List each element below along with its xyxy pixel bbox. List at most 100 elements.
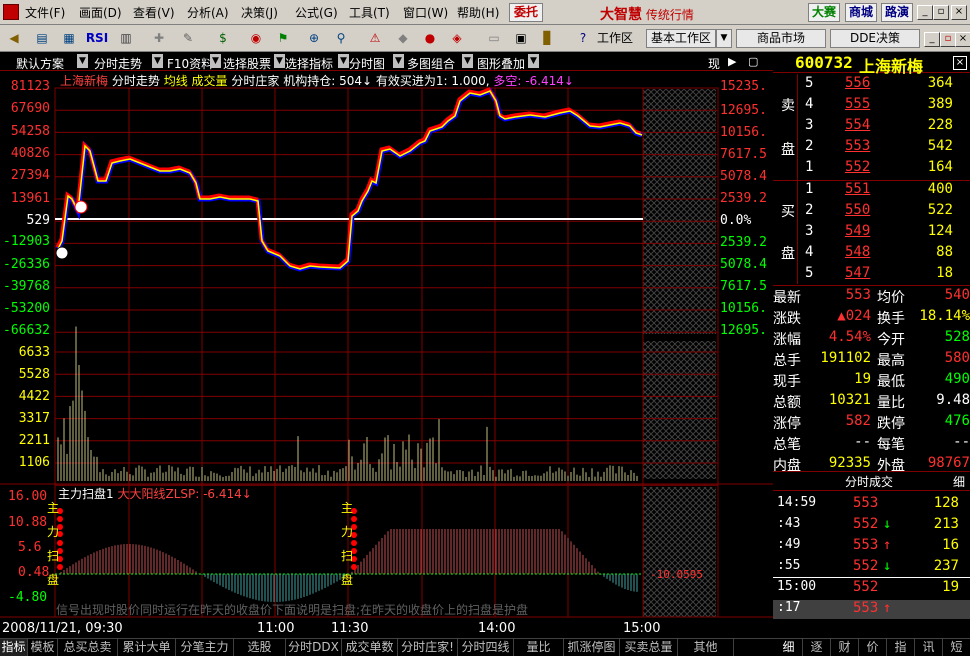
y-tick: -26336 [3, 257, 50, 272]
dde-button[interactable]: DDE决策 [830, 29, 920, 48]
book-icon[interactable]: ▊ [537, 28, 559, 49]
menu-view[interactable]: 查看(V) [133, 4, 175, 21]
overlay-tab[interactable]: 图形叠加 [477, 55, 525, 72]
stock-header: 600732 上海新梅 × [773, 53, 970, 76]
child-restore-icon[interactable]: ▫ [940, 32, 956, 47]
select-indicator-tab[interactable]: 选择指标 [285, 55, 333, 72]
market-button[interactable]: 商品市场 [736, 29, 826, 48]
right-tab[interactable]: 讯 [915, 639, 943, 656]
bottom-tab[interactable]: 成交单数 [342, 639, 398, 656]
dollar-icon[interactable]: $ [212, 28, 234, 49]
future-area [643, 341, 716, 479]
restore-icon[interactable]: ▫ [933, 5, 949, 20]
right-tab[interactable]: 逐 [803, 639, 831, 656]
back-icon[interactable]: ◀ [3, 28, 25, 49]
basic-workspace-select[interactable]: 基本工作区 [646, 29, 716, 48]
volume-tick: 1106 [18, 455, 50, 470]
current-label[interactable]: 现 [708, 55, 720, 72]
alert-icon[interactable]: ⚠ [364, 28, 386, 49]
bottom-tab[interactable]: 选股 [234, 639, 286, 656]
menu-file[interactable]: 文件(F) [25, 4, 65, 21]
bottom-tab[interactable]: 其他 [678, 639, 734, 656]
bottom-tab[interactable]: 买卖总量 [620, 639, 678, 656]
bottom-tab[interactable]: 指标 [0, 639, 28, 656]
minimize-icon[interactable]: _ [917, 5, 933, 20]
dropdown-icon[interactable]: ▼ [462, 54, 473, 68]
bottom-tab[interactable]: 分时四线 [458, 639, 514, 656]
right-tab[interactable]: 短 [943, 639, 970, 656]
menu-formula[interactable]: 公式(G) [295, 4, 338, 21]
shangcheng-button[interactable]: 商城 [845, 3, 877, 22]
intraday-chart-tab[interactable]: 分时图 [349, 55, 385, 72]
weituo-button[interactable]: 委托 [509, 3, 543, 22]
workspace-button[interactable]: 工作区 [590, 28, 640, 49]
y-tick: 54258 [10, 124, 50, 139]
lukuang-button[interactable]: 路演 [881, 3, 913, 22]
level-price: 556 [845, 75, 871, 91]
signal-char: 主 [46, 501, 59, 515]
bottom-tab[interactable]: 量比 [514, 639, 564, 656]
child-close-icon[interactable]: × [955, 32, 970, 47]
kline-icon[interactable]: ▤ [31, 28, 53, 49]
intraday-tab[interactable]: 分时走势 [94, 55, 142, 72]
trade-time: :49 [777, 537, 801, 552]
intraday-chart[interactable]: 上海新梅 分时走势 均线 成交量 分时庄家 机构持仓: 504↓ 有效买进为1:… [0, 71, 773, 640]
dropdown-icon[interactable]: ▼ [393, 54, 404, 68]
table-icon[interactable]: ▥ [115, 28, 137, 49]
dasai-button[interactable]: 大赛 [808, 3, 840, 22]
bottom-tab[interactable]: 抓涨停图 [564, 639, 620, 656]
f10-tab[interactable]: F10资料 [167, 55, 213, 72]
bottom-tab[interactable]: 累计大单 [118, 639, 176, 656]
diamond-icon[interactable]: ◆ [392, 28, 414, 49]
dropdown-icon[interactable]: ▼ [77, 54, 88, 68]
cross-icon[interactable]: ✚ [148, 28, 170, 49]
arrow-right-icon[interactable]: ▶ [728, 56, 740, 68]
scheme-select[interactable]: 默认方案 [16, 55, 64, 72]
bottom-tab[interactable]: 总买总卖 [58, 639, 118, 656]
window-icon[interactable]: ▣ [510, 28, 532, 49]
child-minimize-icon[interactable]: _ [924, 32, 940, 47]
bottom-tab[interactable]: 分笔主力 [176, 639, 234, 656]
multi-chart-tab[interactable]: 多图组合 [407, 55, 455, 72]
bottom-tab[interactable]: 分时庄家! [398, 639, 458, 656]
stock-name-label: 上海新梅 [60, 74, 109, 88]
close-icon[interactable]: ▢ [748, 56, 760, 68]
flag-icon[interactable]: ⚑ [272, 28, 294, 49]
bottom-tab[interactable]: 分时DDX [286, 639, 342, 656]
dropdown-icon[interactable]: ▼ [528, 54, 539, 68]
signal-icon[interactable]: ◉ [245, 28, 267, 49]
pin-icon[interactable]: ⚲ [330, 28, 352, 49]
menu-window[interactable]: 窗口(W) [403, 4, 448, 21]
close-icon[interactable]: × [951, 5, 967, 20]
news-icon[interactable]: ● [419, 28, 441, 49]
right-tab[interactable]: 财 [831, 639, 859, 656]
dropdown-icon[interactable]: ▼ [338, 54, 349, 68]
print-icon[interactable]: ▭ [483, 28, 505, 49]
dropdown-icon[interactable]: ▼ [274, 54, 285, 68]
right-tab[interactable]: 指 [887, 639, 915, 656]
right-tab[interactable]: 价 [859, 639, 887, 656]
menu-tools[interactable]: 工具(T) [349, 4, 390, 21]
rsi-icon[interactable]: RSI [84, 28, 110, 49]
f10-icon[interactable]: ◈ [446, 28, 468, 49]
binoculars-icon[interactable]: ⊕ [303, 28, 325, 49]
trades-detail-tab[interactable]: 细 [953, 473, 965, 490]
menu-decision[interactable]: 决策(J) [241, 4, 278, 21]
right-tab[interactable]: 细 [775, 639, 803, 656]
y-tick-pct: 12695. [720, 103, 767, 118]
trade-volume: 213 [933, 516, 959, 532]
dropdown-icon[interactable]: ▼ [152, 54, 163, 68]
bottom-tab[interactable]: 模板 [28, 639, 58, 656]
ruler-icon[interactable]: ✎ [177, 28, 199, 49]
close-icon[interactable]: × [953, 56, 967, 70]
chart-icon[interactable]: ▦ [58, 28, 80, 49]
menu-help[interactable]: 帮助(H) [457, 4, 499, 21]
menu-analysis[interactable]: 分析(A) [187, 4, 229, 21]
app-icon[interactable] [3, 4, 19, 20]
select-stock-tab[interactable]: 选择股票 [223, 55, 271, 72]
dropdown-icon[interactable]: ▼ [210, 54, 221, 68]
level-price: 548 [845, 244, 871, 260]
dropdown-icon[interactable]: ▼ [716, 29, 732, 48]
x-tick: 11:30 [331, 621, 369, 636]
menu-view-screen[interactable]: 画面(D) [79, 4, 122, 21]
